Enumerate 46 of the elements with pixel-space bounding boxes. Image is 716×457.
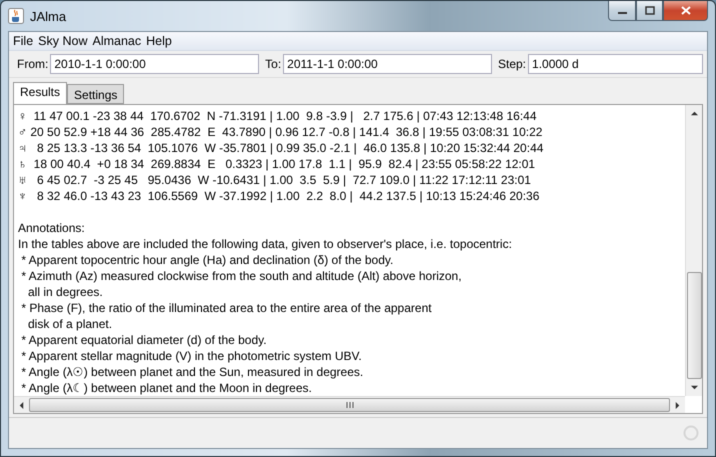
- scroll-up-icon[interactable]: [690, 110, 698, 117]
- annotation-line: * Phase (F), the ratio of the illuminated area to the entire area of the apparent: [20, 300, 433, 316]
- grip-icon: [346, 402, 354, 408]
- vertical-scrollbar[interactable]: [685, 105, 702, 396]
- close-icon: [680, 6, 690, 15]
- close-button[interactable]: [663, 1, 708, 21]
- annotation-line: * Azimuth (Az) measured clockwise from the south and altitude (Alt) above horizon,: [20, 268, 463, 284]
- result-line: ♆ 8 32 46.0 -13 43 23 106.5569 W -37.1992 | 1.00 2.2 8.0 | 44.2 137.5 | 10:13 15:24:46 20:36: [18, 188, 540, 204]
- annotation-line: Annotations:: [18, 220, 86, 236]
- tab[interactable]: Results: [13, 82, 68, 104]
- annotation-line: * Apparent stellar magnitude (V) in the photometric system UBV.: [20, 348, 363, 364]
- input-field[interactable]: 1.0000 d: [528, 54, 704, 74]
- result-line: ♃ 8 25 13.3 -13 36 54 105.1076 W -35.7801 | 0.99 35.0 -2.1 | 46.0 135.8 | 10:20 15:32:44 20:44: [18, 140, 544, 156]
- horizontal-scrollbar[interactable]: [14, 396, 685, 413]
- circle-icon: [683, 425, 699, 441]
- annotation-line: * Angle (λ☉) between planet and the Sun, measured in degrees.: [20, 364, 364, 380]
- annotation-line: * Angle (λ☾) between planet and the Moon in degrees.: [20, 380, 313, 396]
- menu-item[interactable]: Help: [146, 34, 177, 48]
- scrollbar-thumb[interactable]: [686, 272, 702, 379]
- menu-item[interactable]: Sky Now: [38, 34, 92, 48]
- annotation-line: * Apparent equatorial diameter (d) of the body.: [20, 332, 268, 348]
- scroll-down-icon[interactable]: [690, 384, 698, 391]
- result-line: ♀ 11 47 00.1 -23 38 44 170.6702 N -71.3191 | 1.00 9.8 -3.9 | 2.7 175.6 | 07:43 12:13:48 16:44: [18, 108, 538, 124]
- result-line: ♅ 6 45 02.7 -3 25 45 95.0436 W -10.6431 | 1.00 3.5 5.9 | 72.7 109.0 | 11:22 17:12:11 23:01: [18, 172, 532, 188]
- menu-item[interactable]: File: [13, 34, 38, 48]
- field-label: Step:: [496, 57, 526, 71]
- tab[interactable]: Settings: [67, 84, 124, 104]
- result-line: ♄ 18 00 40.4 +0 18 34 269.8834 E 0.3323 | 1.00 17.8 1.1 | 95.9 82.4 | 23:55 05:58:22 12:01: [18, 156, 536, 172]
- window-title: JAlma: [30, 8, 66, 24]
- result-line: ♂ 20 50 52.9 +18 44 36 285.4782 E 43.7890 | 0.96 12.7 -0.8 | 141.4 36.8 | 19:55 03:08:31 10:22: [18, 124, 544, 140]
- field-label: From:: [16, 57, 48, 71]
- maximize-icon: [644, 6, 654, 15]
- minimize-button[interactable]: [608, 1, 636, 21]
- input-field[interactable]: 2010-1-1 0:00:00: [50, 54, 260, 74]
- field-label: To:: [264, 57, 282, 71]
- maximize-button[interactable]: [636, 1, 663, 21]
- input-field[interactable]: 2011-1-1 0:00:00: [283, 54, 492, 74]
- menu-item[interactable]: Almanac: [92, 34, 146, 48]
- annotation-line: * Apparent topocentric hour angle (Ha) and declination (δ) of the body.: [20, 252, 394, 268]
- annotation-line: In the tables above are included the following data, given to observer's place, i.e. topocentric:: [18, 236, 513, 252]
- java-cup-icon: [8, 8, 24, 24]
- scrollbar-thumb[interactable]: [29, 398, 670, 412]
- annotation-line: disk of a planet.: [27, 316, 114, 332]
- scroll-right-icon[interactable]: [674, 402, 681, 408]
- scroll-left-icon[interactable]: [18, 402, 25, 408]
- annotation-line: all in degrees.: [27, 284, 104, 300]
